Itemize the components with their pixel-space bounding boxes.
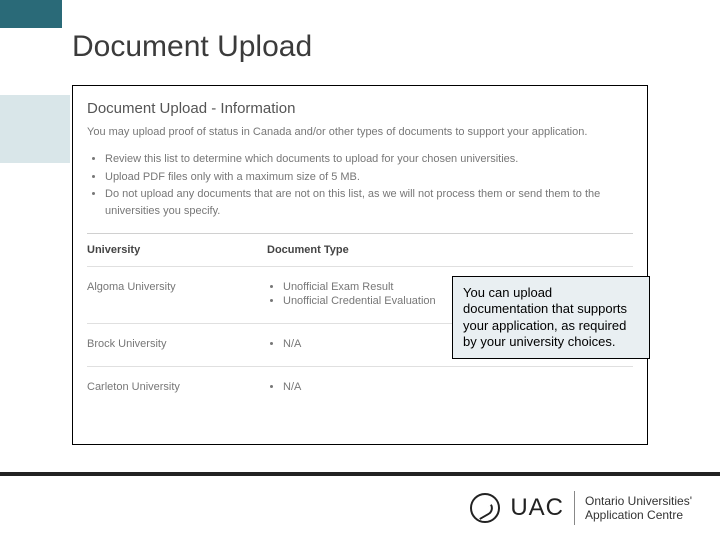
col-header-doctype: Document Type — [267, 244, 633, 256]
panel-intro: You may upload proof of status in Canada… — [87, 125, 633, 139]
brand-logo: UAC Ontario Universities' Application Ce… — [470, 491, 692, 525]
cell-university: Brock University — [87, 338, 267, 350]
instruction-item: Upload PDF files only with a maximum siz… — [105, 169, 633, 186]
table-header-row: University Document Type — [87, 234, 633, 267]
cell-university: Carleton University — [87, 381, 267, 393]
footer: UAC Ontario Universities' Application Ce… — [0, 472, 720, 540]
col-header-university: University — [87, 244, 267, 256]
callout-box: You can upload documentation that suppor… — [452, 276, 650, 359]
cell-university: Algoma University — [87, 281, 267, 293]
brand-acronym: UAC — [510, 494, 564, 522]
logo-divider — [574, 491, 575, 525]
doc-item: N/A — [283, 381, 633, 393]
leaf-circle-icon — [470, 493, 500, 523]
table-row: Carleton University N/A — [87, 367, 633, 409]
brand-sub-line1: Ontario Universities' — [585, 494, 692, 508]
slide-title: Document Upload — [72, 30, 312, 64]
accent-left — [0, 95, 70, 163]
panel-heading: Document Upload - Information — [87, 100, 633, 117]
accent-top — [0, 0, 62, 28]
brand-subtitle: Ontario Universities' Application Centre — [585, 494, 692, 523]
brand-sub-line2: Application Centre — [585, 508, 683, 522]
upload-panel: Document Upload - Information You may up… — [72, 85, 648, 445]
instruction-item: Review this list to determine which docu… — [105, 151, 633, 168]
instruction-list: Review this list to determine which docu… — [105, 151, 633, 219]
cell-doctype: N/A — [267, 381, 633, 395]
instruction-item: Do not upload any documents that are not… — [105, 186, 633, 219]
